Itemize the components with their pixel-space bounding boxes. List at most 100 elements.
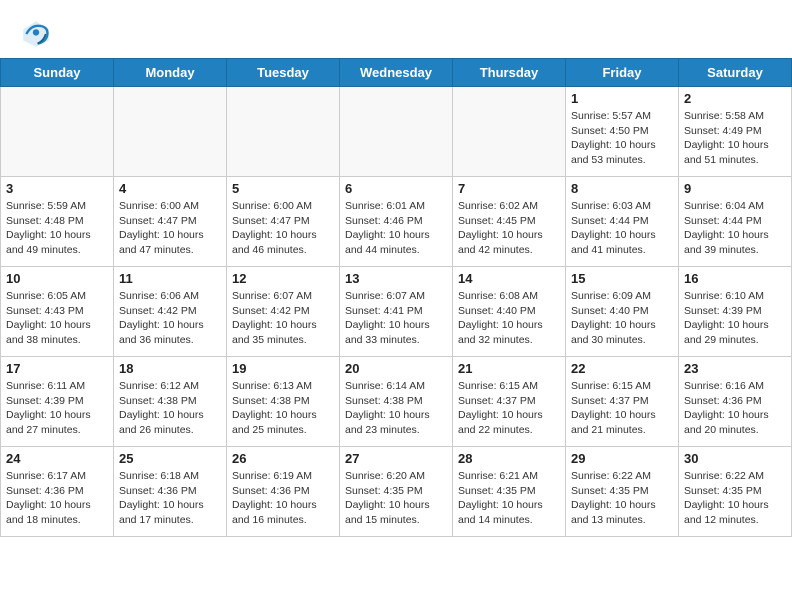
calendar-cell: 6 Sunrise: 6:01 AMSunset: 4:46 PMDaylight… bbox=[340, 177, 453, 267]
calendar-cell: 1 Sunrise: 5:57 AMSunset: 4:50 PMDaylight… bbox=[566, 87, 679, 177]
calendar-weekday-saturday: Saturday bbox=[679, 59, 792, 87]
day-info: Sunrise: 5:57 AMSunset: 4:50 PMDaylight:… bbox=[571, 109, 673, 168]
day-info: Sunrise: 6:05 AMSunset: 4:43 PMDaylight:… bbox=[6, 289, 108, 348]
calendar-week-row: 17 Sunrise: 6:11 AMSunset: 4:39 PMDayligh… bbox=[1, 357, 792, 447]
day-number: 2 bbox=[684, 91, 786, 106]
calendar-cell: 25Sunrise: 6:18 AMSunset: 4:36 PMDayligh… bbox=[114, 447, 227, 537]
calendar-cell: 17 Sunrise: 6:11 AMSunset: 4:39 PMDayligh… bbox=[1, 357, 114, 447]
day-info: Sunrise: 6:22 AMSunset: 4:35 PMDaylight:… bbox=[571, 469, 673, 528]
day-number: 9 bbox=[684, 181, 786, 196]
calendar-cell: 29 Sunrise: 6:22 AMSunset: 4:35 PMDayligh… bbox=[566, 447, 679, 537]
day-info: Sunrise: 6:11 AMSunset: 4:39 PMDaylight:… bbox=[6, 379, 108, 438]
day-info: Sunrise: 6:15 AMSunset: 4:37 PMDaylight:… bbox=[458, 379, 560, 438]
calendar-cell: 15 Sunrise: 6:09 AMSunset: 4:40 PMDayligh… bbox=[566, 267, 679, 357]
day-number: 27 bbox=[345, 451, 447, 466]
day-info: Sunrise: 6:19 AMSunset: 4:36 PMDaylight:… bbox=[232, 469, 334, 528]
day-info: Sunrise: 6:16 AMSunset: 4:36 PMDaylight:… bbox=[684, 379, 786, 438]
day-number: 20 bbox=[345, 361, 447, 376]
calendar-cell: 27Sunrise: 6:20 AMSunset: 4:35 PMDayligh… bbox=[340, 447, 453, 537]
calendar-cell: 2 Sunrise: 5:58 AMSunset: 4:49 PMDaylight… bbox=[679, 87, 792, 177]
calendar-cell: 7 Sunrise: 6:02 AMSunset: 4:45 PMDaylight… bbox=[453, 177, 566, 267]
calendar-cell: 24 Sunrise: 6:17 AMSunset: 4:36 PMDayligh… bbox=[1, 447, 114, 537]
day-info: Sunrise: 6:10 AMSunset: 4:39 PMDaylight:… bbox=[684, 289, 786, 348]
day-number: 18 bbox=[119, 361, 221, 376]
day-number: 26 bbox=[232, 451, 334, 466]
page-header bbox=[0, 0, 792, 58]
day-info: Sunrise: 6:18 AMSunset: 4:36 PMDaylight:… bbox=[119, 469, 221, 528]
calendar-cell: 4 Sunrise: 6:00 AMSunset: 4:47 PMDaylight… bbox=[114, 177, 227, 267]
day-number: 6 bbox=[345, 181, 447, 196]
day-number: 17 bbox=[6, 361, 108, 376]
day-number: 19 bbox=[232, 361, 334, 376]
day-number: 7 bbox=[458, 181, 560, 196]
day-info: Sunrise: 6:17 AMSunset: 4:36 PMDaylight:… bbox=[6, 469, 108, 528]
calendar-cell: 26 Sunrise: 6:19 AMSunset: 4:36 PMDayligh… bbox=[227, 447, 340, 537]
day-info: Sunrise: 6:06 AMSunset: 4:42 PMDaylight:… bbox=[119, 289, 221, 348]
calendar-weekday-monday: Monday bbox=[114, 59, 227, 87]
calendar-weekday-thursday: Thursday bbox=[453, 59, 566, 87]
day-number: 4 bbox=[119, 181, 221, 196]
calendar-weekday-wednesday: Wednesday bbox=[340, 59, 453, 87]
day-number: 11 bbox=[119, 271, 221, 286]
day-info: Sunrise: 6:00 AMSunset: 4:47 PMDaylight:… bbox=[232, 199, 334, 258]
calendar-cell: 16 Sunrise: 6:10 AMSunset: 4:39 PMDayligh… bbox=[679, 267, 792, 357]
day-info: Sunrise: 5:59 AMSunset: 4:48 PMDaylight:… bbox=[6, 199, 108, 258]
calendar-cell bbox=[114, 87, 227, 177]
calendar-cell: 20Sunrise: 6:14 AMSunset: 4:38 PMDayligh… bbox=[340, 357, 453, 447]
calendar-cell: 19 Sunrise: 6:13 AMSunset: 4:38 PMDayligh… bbox=[227, 357, 340, 447]
logo bbox=[20, 18, 58, 50]
day-info: Sunrise: 6:13 AMSunset: 4:38 PMDaylight:… bbox=[232, 379, 334, 438]
day-info: Sunrise: 6:00 AMSunset: 4:47 PMDaylight:… bbox=[119, 199, 221, 258]
calendar-cell bbox=[1, 87, 114, 177]
calendar-cell: 9 Sunrise: 6:04 AMSunset: 4:44 PMDaylight… bbox=[679, 177, 792, 267]
day-info: Sunrise: 6:02 AMSunset: 4:45 PMDaylight:… bbox=[458, 199, 560, 258]
calendar-cell: 30 Sunrise: 6:22 AMSunset: 4:35 PMDayligh… bbox=[679, 447, 792, 537]
day-info: Sunrise: 6:09 AMSunset: 4:40 PMDaylight:… bbox=[571, 289, 673, 348]
calendar-week-row: 3 Sunrise: 5:59 AMSunset: 4:48 PMDaylight… bbox=[1, 177, 792, 267]
logo-icon bbox=[20, 18, 52, 50]
day-number: 24 bbox=[6, 451, 108, 466]
day-number: 29 bbox=[571, 451, 673, 466]
calendar-cell: 28 Sunrise: 6:21 AMSunset: 4:35 PMDayligh… bbox=[453, 447, 566, 537]
day-info: Sunrise: 6:07 AMSunset: 4:41 PMDaylight:… bbox=[345, 289, 447, 348]
day-number: 30 bbox=[684, 451, 786, 466]
calendar-cell bbox=[227, 87, 340, 177]
calendar-week-row: 10 Sunrise: 6:05 AMSunset: 4:43 PMDayligh… bbox=[1, 267, 792, 357]
calendar-cell: 10 Sunrise: 6:05 AMSunset: 4:43 PMDayligh… bbox=[1, 267, 114, 357]
day-info: Sunrise: 6:22 AMSunset: 4:35 PMDaylight:… bbox=[684, 469, 786, 528]
calendar-week-row: 24 Sunrise: 6:17 AMSunset: 4:36 PMDayligh… bbox=[1, 447, 792, 537]
day-number: 21 bbox=[458, 361, 560, 376]
day-info: Sunrise: 6:04 AMSunset: 4:44 PMDaylight:… bbox=[684, 199, 786, 258]
calendar-weekday-sunday: Sunday bbox=[1, 59, 114, 87]
calendar-cell bbox=[453, 87, 566, 177]
calendar-cell bbox=[340, 87, 453, 177]
day-number: 14 bbox=[458, 271, 560, 286]
calendar-cell: 3 Sunrise: 5:59 AMSunset: 4:48 PMDaylight… bbox=[1, 177, 114, 267]
day-info: Sunrise: 6:15 AMSunset: 4:37 PMDaylight:… bbox=[571, 379, 673, 438]
calendar-cell: 12 Sunrise: 6:07 AMSunset: 4:42 PMDayligh… bbox=[227, 267, 340, 357]
day-number: 5 bbox=[232, 181, 334, 196]
day-number: 15 bbox=[571, 271, 673, 286]
day-number: 23 bbox=[684, 361, 786, 376]
day-number: 3 bbox=[6, 181, 108, 196]
day-number: 8 bbox=[571, 181, 673, 196]
day-number: 28 bbox=[458, 451, 560, 466]
day-info: Sunrise: 5:58 AMSunset: 4:49 PMDaylight:… bbox=[684, 109, 786, 168]
calendar-cell: 21 Sunrise: 6:15 AMSunset: 4:37 PMDayligh… bbox=[453, 357, 566, 447]
calendar-cell: 23 Sunrise: 6:16 AMSunset: 4:36 PMDayligh… bbox=[679, 357, 792, 447]
calendar-cell: 11 Sunrise: 6:06 AMSunset: 4:42 PMDayligh… bbox=[114, 267, 227, 357]
day-number: 10 bbox=[6, 271, 108, 286]
day-info: Sunrise: 6:07 AMSunset: 4:42 PMDaylight:… bbox=[232, 289, 334, 348]
day-info: Sunrise: 6:03 AMSunset: 4:44 PMDaylight:… bbox=[571, 199, 673, 258]
day-info: Sunrise: 6:01 AMSunset: 4:46 PMDaylight:… bbox=[345, 199, 447, 258]
calendar-cell: 18Sunrise: 6:12 AMSunset: 4:38 PMDayligh… bbox=[114, 357, 227, 447]
day-number: 12 bbox=[232, 271, 334, 286]
day-number: 13 bbox=[345, 271, 447, 286]
calendar-header-row: SundayMondayTuesdayWednesdayThursdayFrid… bbox=[1, 59, 792, 87]
day-info: Sunrise: 6:21 AMSunset: 4:35 PMDaylight:… bbox=[458, 469, 560, 528]
day-number: 16 bbox=[684, 271, 786, 286]
day-number: 1 bbox=[571, 91, 673, 106]
calendar-cell: 22Sunrise: 6:15 AMSunset: 4:37 PMDayligh… bbox=[566, 357, 679, 447]
day-info: Sunrise: 6:08 AMSunset: 4:40 PMDaylight:… bbox=[458, 289, 560, 348]
calendar-cell: 14 Sunrise: 6:08 AMSunset: 4:40 PMDayligh… bbox=[453, 267, 566, 357]
